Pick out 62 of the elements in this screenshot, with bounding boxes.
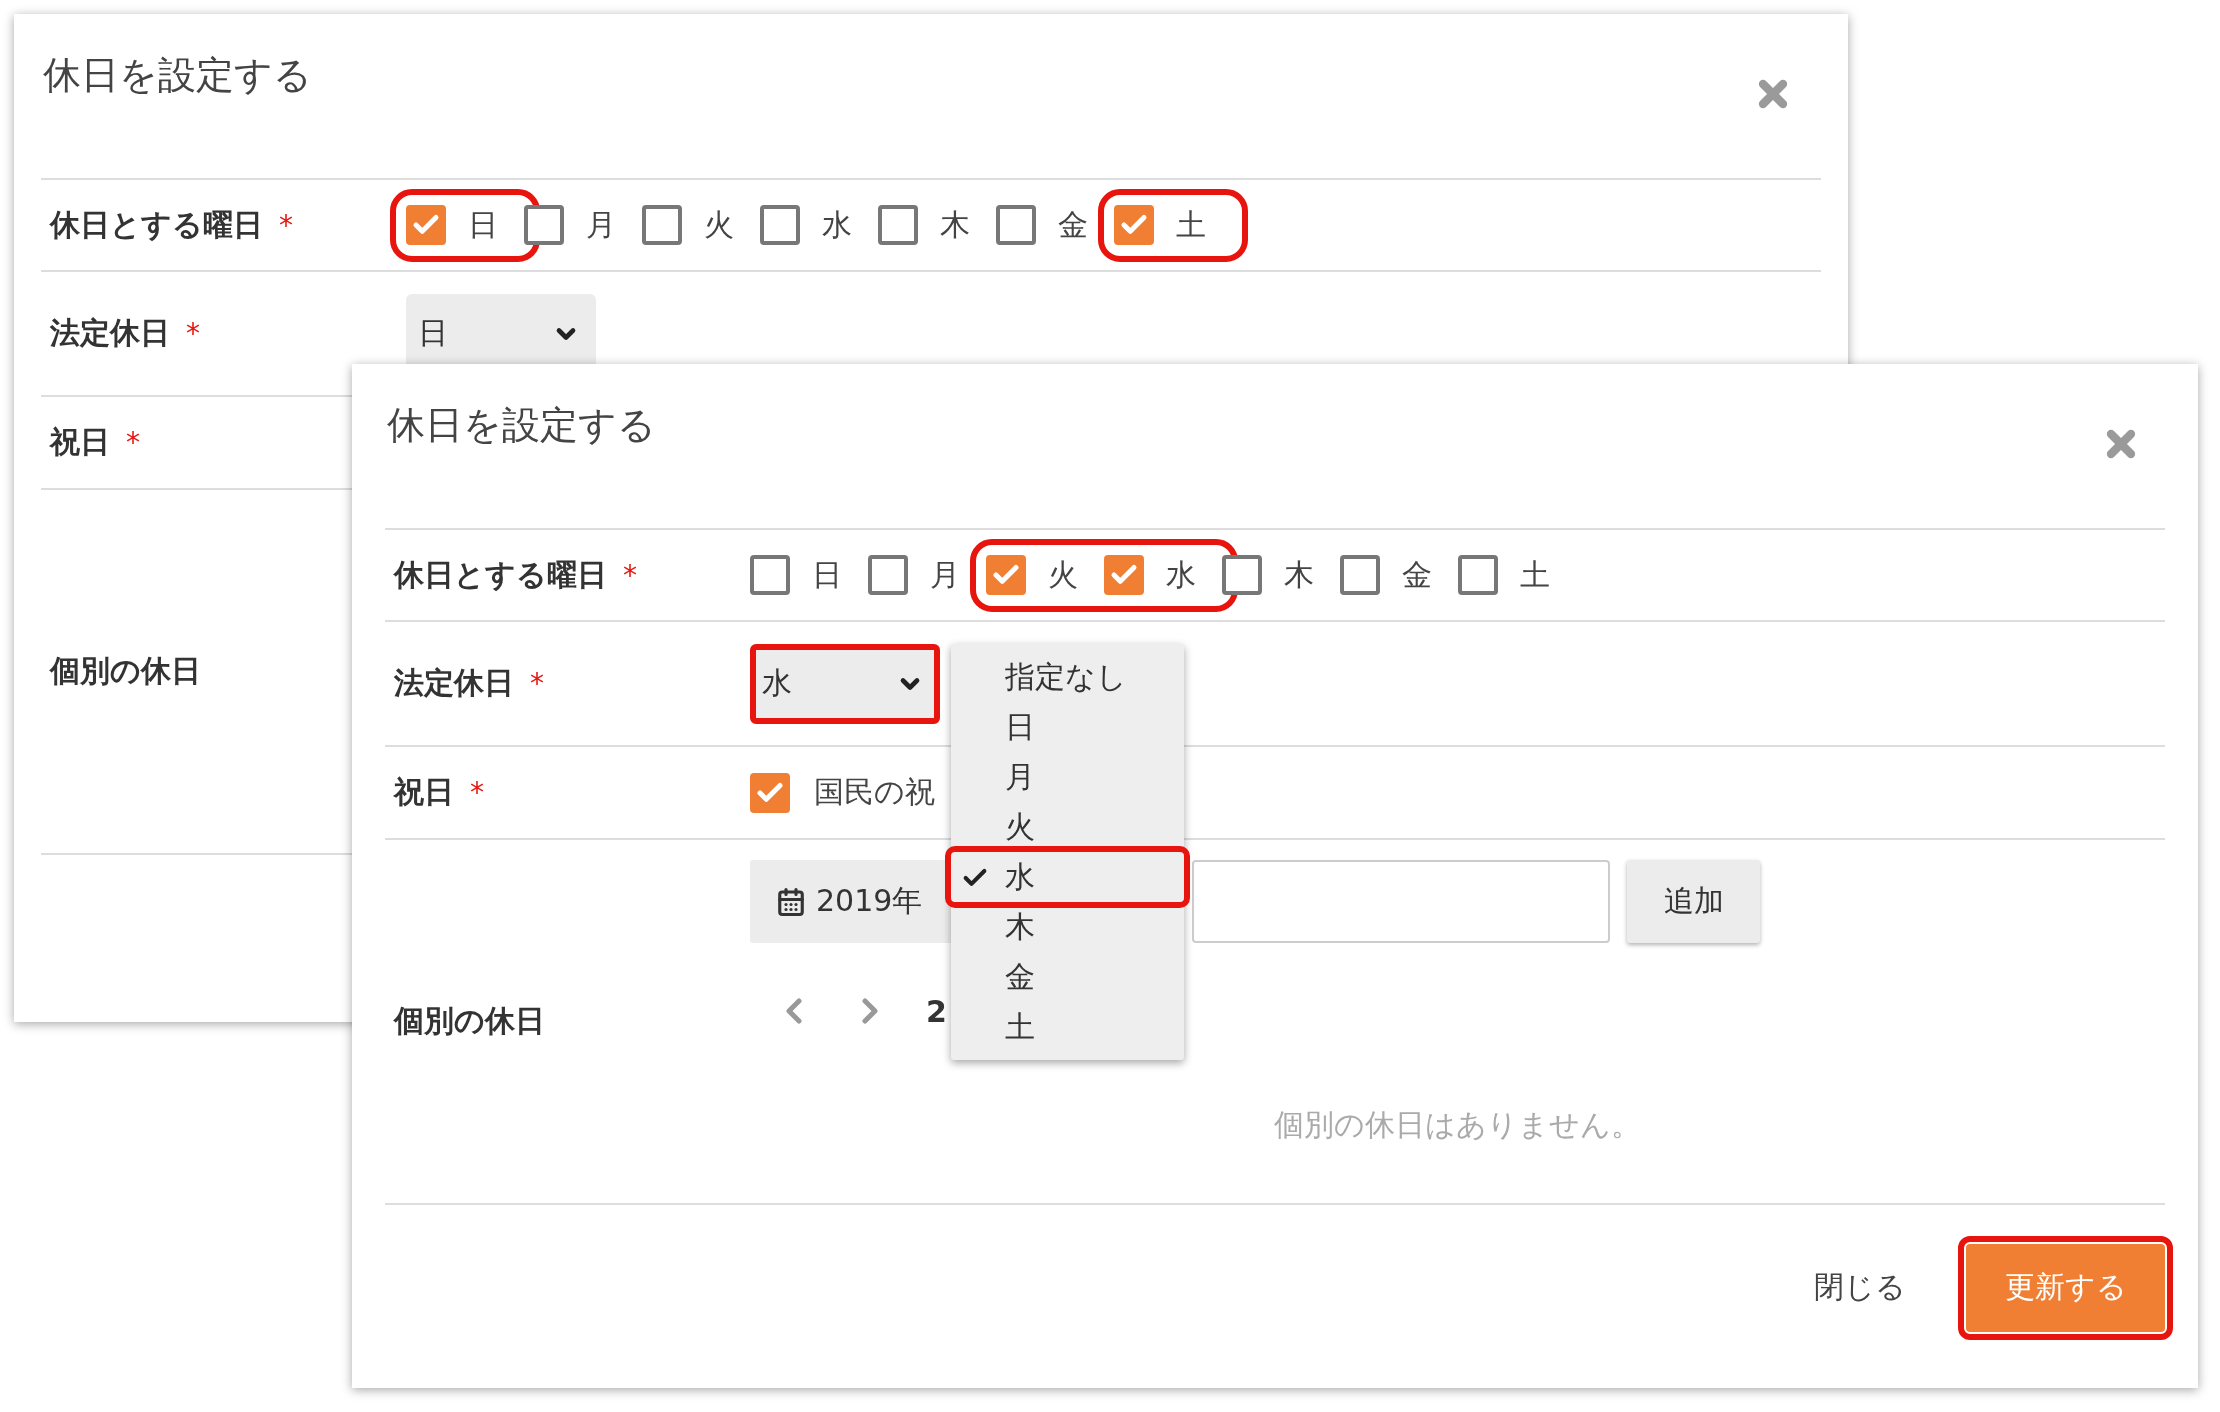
day-label: 木 — [1284, 555, 1315, 594]
checkbox[interactable] — [1104, 555, 1144, 595]
required-mark: * — [623, 558, 637, 592]
day-label: 金 — [1058, 205, 1089, 244]
checkbox-label: 国民の祝 — [814, 773, 935, 811]
field-label: 休日とする曜日 — [50, 205, 263, 244]
field-label: 個別の休日 — [394, 1002, 545, 1040]
required-mark: * — [126, 426, 140, 459]
day-label: 水 — [1166, 555, 1197, 594]
dialog-title: 休日を設定する — [43, 53, 312, 97]
checkbox[interactable] — [1340, 555, 1380, 595]
field-label: 祝日 — [50, 423, 110, 461]
checkbox[interactable] — [1222, 555, 1262, 595]
day-label: 金 — [1402, 555, 1433, 594]
date-button[interactable]: 2019年 — [750, 860, 951, 943]
field-label: 法定休日 — [394, 664, 514, 702]
dialog-title: 休日を設定する — [387, 403, 656, 447]
menu-item[interactable]: 月 — [951, 752, 1184, 802]
calendar-icon — [776, 886, 806, 917]
select-field[interactable]: 水 — [750, 643, 940, 724]
checkbox[interactable] — [868, 555, 908, 595]
required-mark: * — [186, 317, 200, 350]
checkbox[interactable] — [878, 205, 918, 245]
checkbox[interactable] — [524, 205, 564, 245]
input-field[interactable] — [1192, 860, 1610, 943]
day-label: 月 — [930, 555, 961, 594]
day-label: 木 — [940, 205, 971, 244]
checkbox[interactable] — [750, 772, 790, 813]
empty-message: 個別の休日はありません。 — [1273, 1106, 1642, 1144]
menu-item[interactable]: 火 — [951, 802, 1184, 852]
checkbox[interactable] — [642, 205, 682, 245]
field-label: 休日とする曜日 — [394, 555, 607, 594]
day-label: 火 — [704, 205, 735, 244]
checkbox[interactable] — [406, 205, 446, 245]
day-label: 日 — [812, 555, 843, 594]
day-label: 土 — [1520, 555, 1551, 594]
close-button[interactable]: 閉じる — [1794, 1243, 1926, 1332]
month-label: 2 — [926, 993, 947, 1029]
checkbox[interactable] — [1114, 205, 1154, 245]
menu-item[interactable]: 金 — [951, 952, 1184, 1002]
required-mark: * — [530, 667, 544, 700]
menu-item[interactable]: 土 — [951, 1002, 1184, 1052]
day-label: 水 — [822, 205, 853, 244]
checkbox[interactable] — [750, 555, 790, 595]
menu-item[interactable]: 水 — [951, 852, 1184, 902]
checkbox[interactable] — [996, 205, 1036, 245]
checkbox[interactable] — [760, 205, 800, 245]
checkbox[interactable] — [986, 555, 1026, 595]
day-label: 日 — [468, 205, 499, 244]
field-label: 法定休日 — [50, 314, 170, 352]
add-button[interactable]: 追加 — [1627, 860, 1760, 943]
day-label: 土 — [1176, 205, 1207, 244]
day-label: 月 — [586, 205, 617, 244]
required-mark: * — [279, 208, 293, 242]
day-label: 火 — [1048, 555, 1079, 594]
field-label: 個別の休日 — [50, 652, 201, 690]
menu-item[interactable]: 指定なし — [951, 652, 1184, 702]
menu-item[interactable]: 木 — [951, 902, 1184, 952]
required-mark: * — [470, 776, 484, 809]
field-label: 祝日 — [394, 773, 454, 811]
menu-item[interactable]: 日 — [951, 702, 1184, 752]
checkbox[interactable] — [1458, 555, 1498, 595]
